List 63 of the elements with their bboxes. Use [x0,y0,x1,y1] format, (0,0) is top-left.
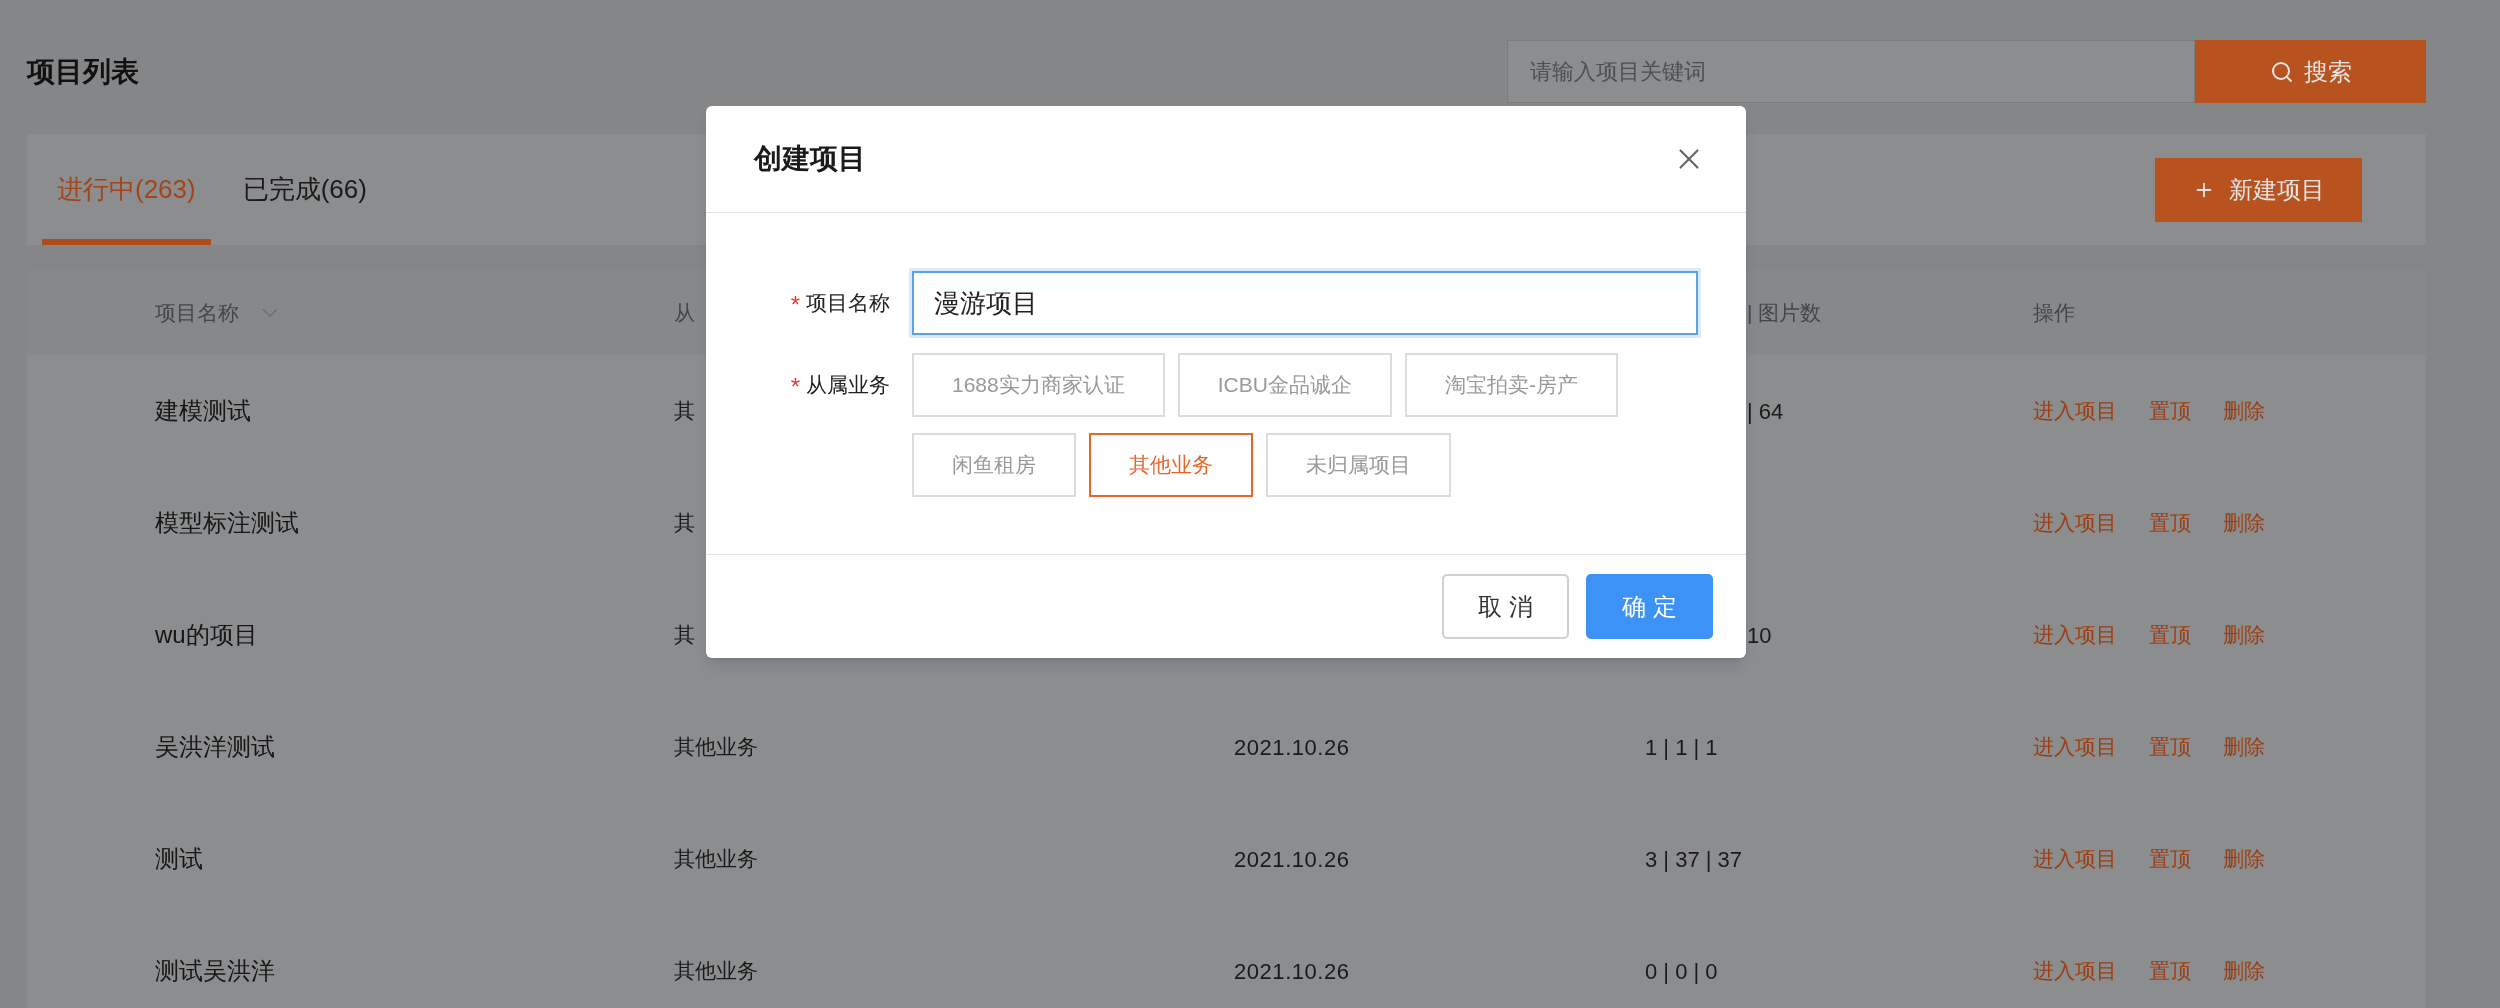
business-option[interactable]: 其他业务 [1089,433,1253,497]
action-link[interactable]: 进入项目 [2033,507,2117,539]
column-header: 项目名称 [155,299,239,326]
date-text: 2021.10.26 [1234,734,1350,760]
project-name-field[interactable]: 漫游项目 [912,271,1698,335]
new-project-button[interactable]: 新建项目 [2155,157,2362,222]
project-name: 建模测试 [155,397,251,424]
action-link[interactable]: 置顶 [2149,395,2191,427]
project-name: 吴洪洋测试 [155,733,275,760]
project-name: 测试 [155,845,203,872]
column-header: 操作 [2033,300,2075,324]
date-text: 2021.10.26 [1234,958,1350,984]
field-label: 项目名称 [806,290,890,317]
search-field[interactable]: 请输入项目关键词 [1507,40,2195,103]
field-label: 从属业务 [806,372,890,399]
dialog-title: 创建项目 [754,142,866,176]
business-text: 其 [674,399,695,422]
tab[interactable]: 进行中(263) [42,134,211,245]
action-link[interactable]: 删除 [2223,843,2265,875]
business-text: 其他业务 [674,847,758,870]
action-link[interactable]: 置顶 [2149,619,2191,651]
project-name: wu的项目 [155,621,258,648]
count-text: 10 [1747,621,1772,650]
business-text: 其 [674,623,695,646]
column-header: | 图片数 [1747,299,1822,326]
business-option[interactable]: 1688实力商家认证 [912,353,1165,417]
required-mark: * [790,372,800,399]
required-mark: * [790,290,800,317]
business-option[interactable]: ICBU金品诚企 [1177,353,1392,417]
action-link[interactable]: 删除 [2223,731,2265,763]
page-title: 项目列表 [27,54,139,89]
project-name: 模型标注测试 [155,509,299,536]
business-option[interactable]: 淘宝拍卖-房产 [1404,353,1618,417]
business-text: 其他业务 [674,959,758,982]
action-link[interactable]: 置顶 [2149,731,2191,763]
search-button[interactable]: 搜索 [2195,40,2426,103]
action-link[interactable]: 删除 [2223,507,2265,539]
business-text: 其他业务 [674,735,758,758]
action-link[interactable]: 进入项目 [2033,395,2117,427]
search-icon [2269,59,2294,84]
business-option[interactable]: 闲鱼租房 [912,433,1076,497]
action-link[interactable]: 置顶 [2149,955,2191,987]
count-text: 0 | 0 | 0 [1645,957,1718,986]
tab[interactable]: 已完成(66) [227,134,382,245]
count-text: 1 | 1 | 1 [1645,733,1718,762]
action-link[interactable]: 进入项目 [2033,731,2117,763]
cancel-button[interactable]: 取 消 [1442,574,1569,639]
action-link[interactable]: 删除 [2223,395,2265,427]
action-link[interactable]: 删除 [2223,955,2265,987]
count-text: | 64 [1747,397,1784,426]
project-name: 测试吴洪洋 [155,957,275,984]
count-text: 3 | 37 | 37 [1645,845,1743,874]
action-link[interactable]: 进入项目 [2033,619,2117,651]
date-text: 2021.10.26 [1234,846,1350,872]
action-link[interactable]: 进入项目 [2033,955,2117,987]
confirm-button[interactable]: 确 定 [1586,574,1713,639]
action-link[interactable]: 置顶 [2149,843,2191,875]
business-option[interactable]: 未归属项目 [1266,433,1451,497]
business-text: 其 [674,511,695,534]
action-link[interactable]: 删除 [2223,619,2265,651]
action-link[interactable]: 进入项目 [2033,843,2117,875]
action-link[interactable]: 置顶 [2149,507,2191,539]
column-header: 从 [674,300,695,324]
